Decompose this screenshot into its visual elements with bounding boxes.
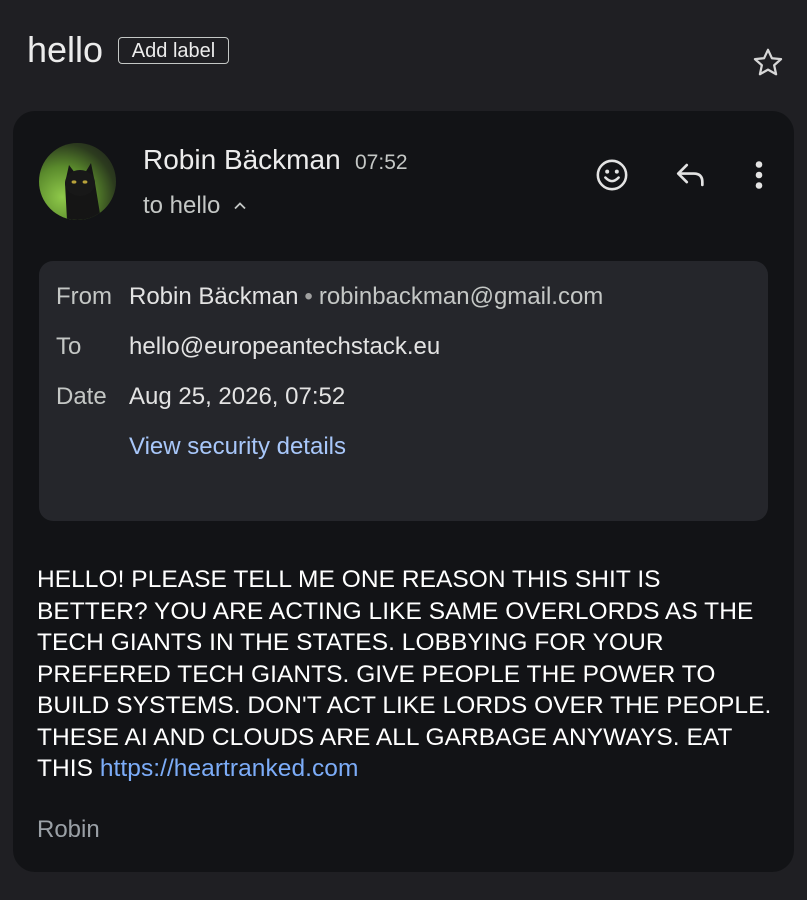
to-summary: to hello <box>143 192 221 219</box>
recipients-toggle[interactable]: to hello <box>143 192 248 220</box>
message-details-panel: From Robin Bäckman • robinbackman@gmail.co… <box>39 261 768 521</box>
message-card: Robin Bäckman 07:52 to hello From Robin … <box>13 111 794 872</box>
email-subject: hello <box>27 29 104 70</box>
from-name: Robin Bäckman <box>129 283 299 310</box>
body-text: HELLO! PLEASE TELL ME ONE REASON THIS SH… <box>37 566 772 782</box>
message-body: HELLO! PLEASE TELL ME ONE REASON THIS SH… <box>37 564 777 785</box>
separator: • <box>304 283 313 310</box>
sender-avatar[interactable] <box>39 143 116 220</box>
date-value: Aug 25, 2026, 07:52 <box>129 383 346 410</box>
from-value: Robin Bäckman • robinbackman@gmail.com <box>129 283 603 311</box>
from-email[interactable]: robinbackman@gmail.com <box>319 283 603 310</box>
cat-photo-icon <box>65 163 101 220</box>
signature: Robin <box>37 816 100 843</box>
add-label-button[interactable]: Add label <box>118 37 229 64</box>
more-vertical-icon[interactable] <box>750 160 768 190</box>
date-label: Date <box>56 383 107 410</box>
chevron-up-icon <box>234 202 247 210</box>
from-label: From <box>56 283 112 310</box>
message-time: 07:52 <box>355 151 408 174</box>
emoji-reaction-icon[interactable] <box>595 158 629 192</box>
email-view: hello Add label Robin Bäckman 07:52 to h… <box>0 0 807 900</box>
body-link[interactable]: https://heartranked.com <box>100 755 359 782</box>
reply-icon[interactable] <box>674 160 708 190</box>
to-value[interactable]: hello@europeantechstack.eu <box>129 333 440 361</box>
star-icon[interactable] <box>750 45 786 81</box>
view-security-details-link[interactable]: View security details <box>129 433 346 461</box>
to-label: To <box>56 333 82 360</box>
sender-name: Robin Bäckman <box>143 144 341 175</box>
